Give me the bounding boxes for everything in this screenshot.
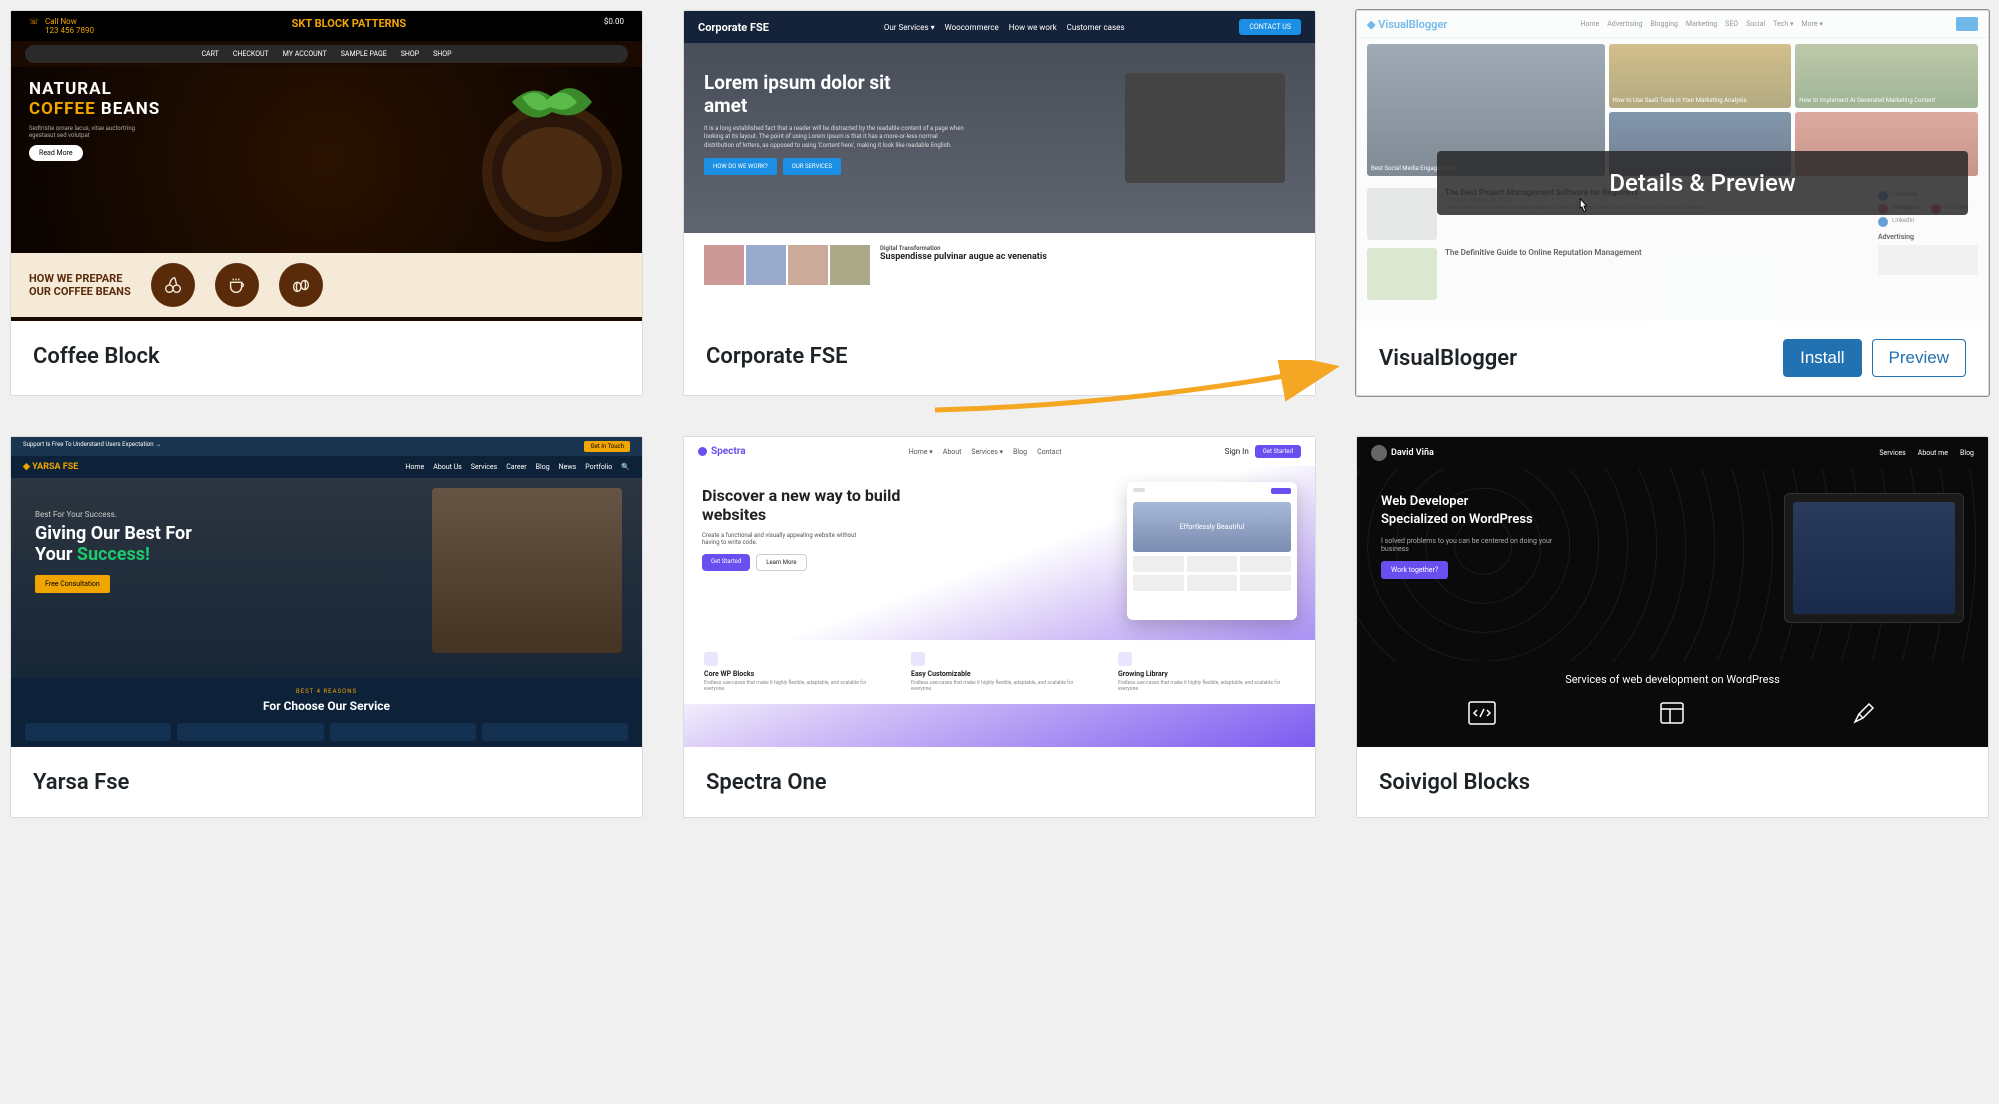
theme-title: Coffee Block: [33, 344, 160, 369]
theme-thumbnail: Spectra Home ▾AboutServices ▾BlogContact…: [684, 437, 1315, 747]
search-icon: [1956, 17, 1978, 31]
theme-thumbnail: ◆ VisualBlogger HomeAdvertisingBloggingM…: [1357, 11, 1988, 321]
theme-title: Soivigol Blocks: [1379, 770, 1530, 795]
phone-icon: ☏: [29, 17, 39, 35]
theme-card-coffee-block[interactable]: ☏Call Now123 456 7890 SKT BLOCK PATTERNS…: [10, 10, 643, 396]
preview-button[interactable]: Preview: [1872, 339, 1966, 377]
theme-thumbnail: Corporate FSE Our Services ▾WoocommerceH…: [684, 11, 1315, 321]
cherries-icon: [151, 263, 195, 307]
details-preview-overlay[interactable]: Details & Preview: [1437, 151, 1968, 215]
search-icon: 🔍: [621, 463, 630, 471]
theme-card-visualblogger[interactable]: ◆ VisualBlogger HomeAdvertisingBloggingM…: [1356, 10, 1989, 396]
brush-icon: [1845, 698, 1881, 728]
bean-icon: [279, 263, 323, 307]
cup-icon: [215, 263, 259, 307]
cursor-pointer-icon: [1572, 196, 1594, 218]
brand-logo: SKT BLOCK PATTERNS: [292, 17, 407, 35]
theme-thumbnail: ☏Call Now123 456 7890 SKT BLOCK PATTERNS…: [11, 11, 642, 321]
theme-title: VisualBlogger: [1379, 346, 1517, 371]
theme-card-spectra-one[interactable]: Spectra Home ▾AboutServices ▾BlogContact…: [683, 436, 1316, 818]
theme-title: Corporate FSE: [706, 344, 848, 369]
theme-card-soivigol-blocks[interactable]: David Viña ServicesAbout meBlog Web Deve…: [1356, 436, 1989, 818]
theme-thumbnail: Support Is Free To Understand Users Expe…: [11, 437, 642, 747]
theme-title: Yarsa Fse: [33, 770, 129, 795]
theme-thumbnail: David Viña ServicesAbout meBlog Web Deve…: [1357, 437, 1988, 747]
theme-card-yarsa-fse[interactable]: Support Is Free To Understand Users Expe…: [10, 436, 643, 818]
layout-icon: [1654, 698, 1690, 728]
theme-title: Spectra One: [706, 770, 827, 795]
themes-grid: ☏Call Now123 456 7890 SKT BLOCK PATTERNS…: [10, 10, 1989, 818]
code-icon: [1464, 698, 1500, 728]
install-button[interactable]: Install: [1783, 339, 1861, 377]
theme-card-corporate-fse[interactable]: Corporate FSE Our Services ▾WoocommerceH…: [683, 10, 1316, 396]
